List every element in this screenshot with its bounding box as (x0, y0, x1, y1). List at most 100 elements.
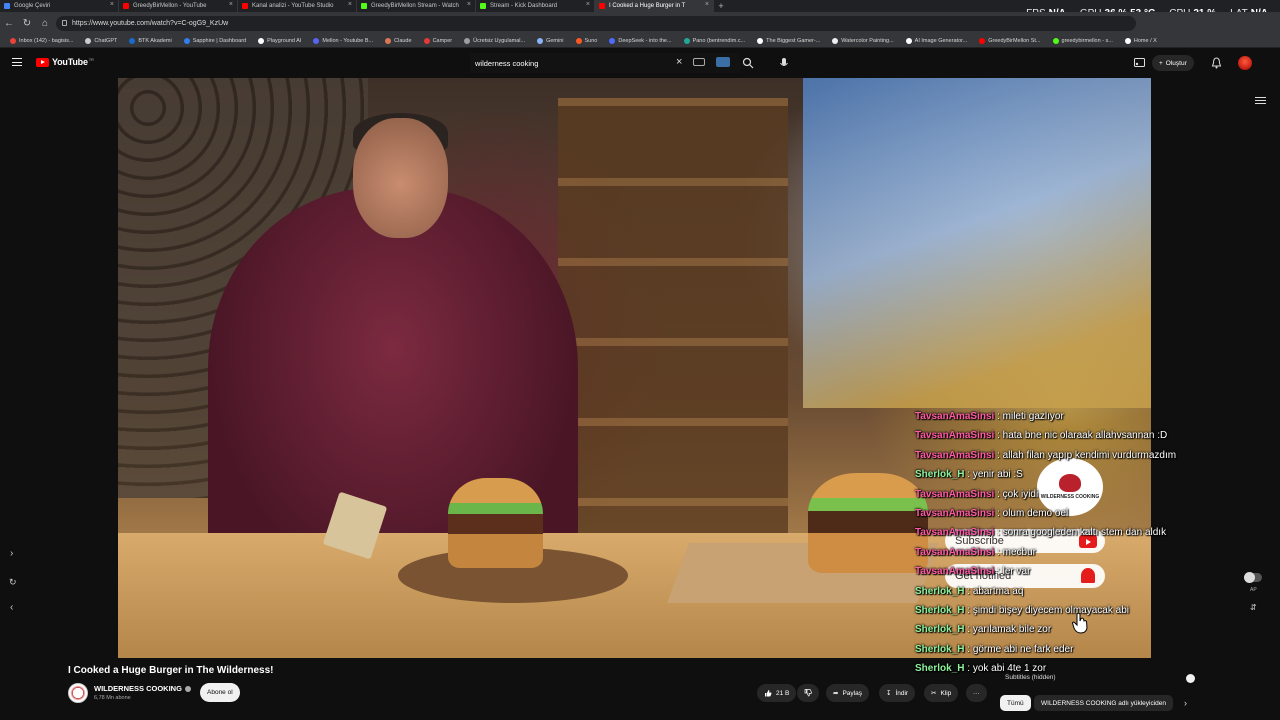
browser-tab[interactable]: GreedyBirMellon Stream - Watch × (357, 0, 476, 12)
bookmark-item[interactable]: Home / X (1119, 37, 1163, 44)
chevron-right-icon[interactable]: › (10, 548, 13, 559)
tab-close-icon[interactable]: × (110, 1, 114, 8)
tab-close-icon[interactable]: × (586, 1, 590, 8)
download-button[interactable]: ↧ İndir (879, 684, 916, 702)
subscribe-button[interactable]: Abone ol (200, 683, 240, 702)
translate-extension-icon[interactable] (716, 57, 730, 67)
channel-name-row[interactable]: WILDERNESS COOKING (94, 684, 191, 693)
create-label: Oluştur (1165, 59, 1187, 67)
bookmark-item[interactable]: Mellon - Youtube B... (307, 37, 379, 44)
back-arrow-icon[interactable]: ← (0, 14, 18, 32)
thumbs-up-icon (765, 690, 772, 697)
new-tab-button[interactable]: + (714, 1, 728, 11)
bookmark-item[interactable]: greedybirmellon - s... (1047, 37, 1119, 44)
browser-tab[interactable]: I Cooked a Huge Burger in T × (595, 0, 714, 12)
bookmark-item[interactable]: The Biggest Gamer-... (751, 37, 826, 44)
tab-close-icon[interactable]: × (229, 1, 233, 8)
share-button[interactable]: ➦ Paylaş (826, 684, 869, 702)
bookmark-favicon-icon (385, 37, 392, 44)
url-text: https://www.youtube.com/watch?v=C-ogG9_K… (72, 20, 229, 27)
bookmark-item[interactable]: Watercolor Painting... (826, 37, 899, 44)
url-input[interactable]: https://www.youtube.com/watch?v=C-ogG9_K… (56, 16, 1136, 31)
bookmark-label: greedybirmellon - s... (1061, 37, 1113, 44)
account-avatar[interactable] (1238, 56, 1252, 70)
chat-text: görme abi ne fark eder (972, 643, 1074, 655)
clip-button[interactable]: ✂ Klip (924, 684, 959, 702)
bookmark-item[interactable]: DeepSeek - into the... (603, 37, 677, 44)
bookmark-favicon-icon (683, 37, 690, 44)
bookmark-item[interactable]: Suno (570, 37, 604, 44)
bookmark-item[interactable]: GreedyBirMellon St... (973, 37, 1046, 44)
bookmark-item[interactable]: Inbox (142) - bagisis... (4, 37, 79, 44)
autoplay-toggle[interactable] (1244, 572, 1262, 583)
chevron-right-icon[interactable]: › (1184, 698, 1187, 708)
chat-separator: : (964, 643, 973, 655)
tab-favicon-icon (599, 3, 605, 9)
browser-tab[interactable]: Google Çeviri × (0, 0, 119, 12)
browser-tab[interactable]: GreedyBirMellon - YouTube × (119, 0, 238, 12)
chat-message: TavsanAmaSinsi : allah filan yapıp kendi… (915, 446, 1245, 465)
chat-username: TavsanAmaSinsi (915, 411, 995, 422)
chevron-left-icon[interactable]: ‹ (10, 602, 13, 613)
clear-search-icon[interactable]: × (676, 57, 682, 68)
bookmark-item[interactable]: BTK Akademi (123, 37, 177, 44)
more-actions-button[interactable]: ··· (966, 684, 987, 702)
hamburger-menu-icon[interactable] (12, 58, 22, 66)
tab-favicon-icon (480, 3, 486, 9)
channel-name[interactable]: WILDERNESS COOKING (94, 684, 182, 693)
microphone-icon[interactable] (778, 57, 790, 69)
tabs-container: Google Çeviri × GreedyBirMellon - YouTube ×… (0, 0, 714, 12)
sort-arrows-icon[interactable]: ⇵ (1250, 603, 1257, 612)
chat-text: yok abi 4te 1 zor (972, 663, 1047, 675)
tab-label: Stream - Kick Dashboard (490, 3, 558, 9)
keyboard-icon[interactable] (693, 58, 705, 66)
chat-text: abartma aq (972, 585, 1024, 597)
clip-label: Klip (940, 689, 952, 697)
bookmark-item[interactable]: ChatGPT (79, 37, 123, 44)
cast-icon[interactable] (1134, 58, 1145, 67)
bookmark-label: GreedyBirMellon St... (988, 37, 1041, 44)
search-icon[interactable] (742, 57, 754, 69)
reload-icon[interactable]: ↻ (18, 14, 36, 32)
refresh-icon[interactable]: ↻ (9, 577, 17, 588)
bookmark-item[interactable]: AI Image Generator... (900, 37, 974, 44)
bookmark-item[interactable]: Camper (418, 37, 459, 44)
chat-separator: : (964, 585, 973, 597)
chat-text: olum demo oel (1002, 508, 1069, 520)
create-button[interactable]: + Oluştur (1152, 55, 1194, 71)
tab-favicon-icon (123, 3, 129, 9)
chip-from-uploader[interactable]: WILDERNESS COOKING adlı yükleyiciden (1034, 695, 1173, 711)
bookmark-item[interactable]: Playground AI (252, 37, 307, 44)
channel-avatar[interactable] (68, 683, 88, 703)
bookmark-label: Gemini (546, 37, 564, 44)
like-button[interactable]: 21 B (757, 684, 797, 702)
notifications-bell-icon[interactable] (1211, 57, 1222, 69)
chat-username: Sherlok_H (915, 663, 965, 675)
tab-close-icon[interactable]: × (348, 1, 352, 8)
chat-username: Sherlok_H (915, 605, 965, 617)
bookmark-item[interactable]: Claude (379, 37, 417, 44)
tab-close-icon[interactable]: × (467, 1, 471, 8)
bookmark-item[interactable]: Ücretsiz Uygulamal... (458, 37, 531, 44)
bookmark-item[interactable]: Pano (bentrendim.c... (678, 37, 752, 44)
bookmark-item[interactable]: Sapphire | Dashboard (178, 37, 252, 44)
home-icon[interactable]: ⌂ (36, 14, 54, 32)
tab-close-icon[interactable]: × (705, 1, 709, 8)
bookmark-favicon-icon (1052, 37, 1059, 44)
youtube-logo[interactable]: YouTube TR (36, 57, 94, 67)
bookmark-favicon-icon (10, 37, 16, 44)
chat-separator: : (994, 449, 1003, 461)
chat-overlay: TavsanAmaSinsi : mileti gazlıyor TavsanAm… (915, 407, 1245, 679)
autoplay-label: AP (1250, 587, 1257, 593)
bookmark-favicon-icon (979, 37, 986, 44)
chat-message: Sherlok_H : yok abi 4te 1 zor (915, 659, 1245, 678)
right-panel-menu-icon[interactable] (1255, 97, 1266, 107)
browser-tab[interactable]: Stream - Kick Dashboard × (476, 0, 595, 12)
tab-favicon-icon (361, 3, 367, 9)
bookmark-item[interactable]: Gemini (531, 37, 569, 44)
chip-all[interactable]: Tümü (1000, 695, 1031, 711)
chat-text: şimdi bişey diyecem olmayacak abi (972, 605, 1129, 617)
check-circle-icon[interactable] (1186, 674, 1195, 683)
dislike-button[interactable] (797, 684, 819, 702)
browser-tab[interactable]: Kanal analizi - YouTube Studio × (238, 0, 357, 12)
